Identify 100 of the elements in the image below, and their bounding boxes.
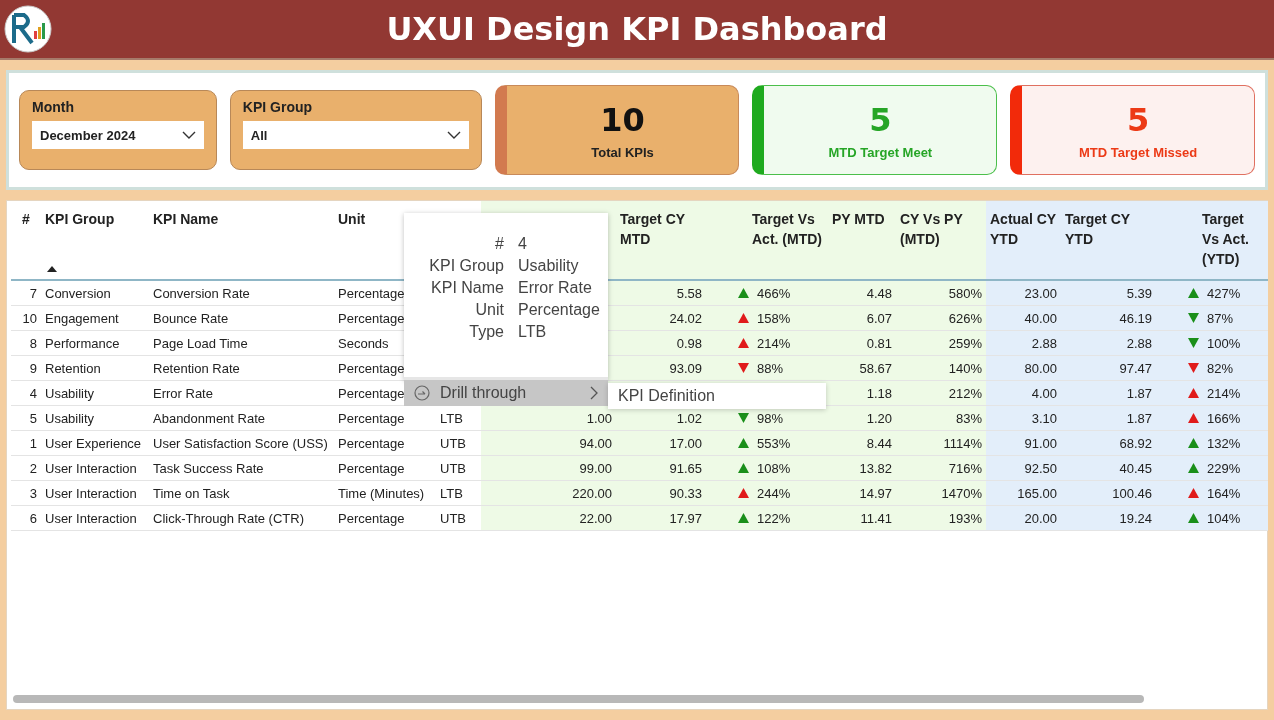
table-cell: 580% [948,285,982,301]
table-cell: Usability [45,385,95,401]
table-cell: 122% [757,510,791,526]
table-cell: 99.00 [579,460,612,476]
table-cell: 4.48 [866,285,892,301]
table-cell: User Experience [45,435,142,451]
table-cell: 1.87 [1126,410,1152,426]
table-cell: 82% [1207,360,1234,376]
tooltip-value: LTB [518,323,548,341]
table-cell: 11.41 [860,510,892,526]
tooltip-value: 4 [518,235,528,253]
table-cell: User Satisfaction Score (USS) [153,435,328,451]
menu-item[interactable]: KPI Definition [608,387,725,405]
table-cell: 212% [948,385,982,401]
table-cell: 1.87 [1126,385,1152,401]
table-cell: 5.39 [1126,285,1152,301]
table-cell: Retention [45,360,101,376]
table-cell: 4 [29,385,37,401]
table-cell: 8 [29,335,37,351]
table-cell: 20.00 [1024,510,1057,526]
kpi-value: 5 [869,100,892,139]
table-cell: 83% [955,410,982,426]
table-cell: 1.18 [866,385,892,401]
table-cell: 1470% [941,485,982,501]
menu-item[interactable]: Drill through [404,380,608,406]
table-cell: Conversion [45,285,111,301]
table-cell: Percentage [338,435,405,451]
table-cell: 0.98 [676,335,702,351]
table-cell: 4.00 [1031,385,1057,401]
dashboard-title: UXUI Design KPI Dashboard [385,10,889,48]
kpi-value: 5 [1126,100,1150,139]
column-header[interactable]: KPI Name [153,209,219,229]
table-cell: 2 [29,460,37,476]
table-cell: Percentage [338,310,405,326]
column-header[interactable]: PY MTD [832,209,885,229]
table-cell: 6 [29,510,37,526]
scrollbar[interactable] [13,695,1144,703]
table-cell: 1.02 [676,410,702,426]
table-cell: 108% [757,460,791,476]
tooltip-label: KPI Group [428,257,504,275]
table-cell: 166% [1207,410,1241,426]
table-cell: 244% [757,485,791,501]
logo-icon [4,5,52,53]
table-cell: 164% [1207,485,1241,501]
table-cell: Click-Through Rate (CTR) [153,510,304,526]
table-cell: 8.44 [866,435,892,451]
table-cell: 1114% [943,435,982,451]
table-cell: 104% [1207,510,1241,526]
table-cell: 140% [948,360,982,376]
table-cell: 193% [948,510,982,526]
table-cell: 229% [1207,460,1241,476]
column-header[interactable]: Unit [338,209,366,229]
table-cell: LTB [440,485,463,501]
dropdown-field[interactable]: December 2024 [32,121,204,149]
table-cell: LTB [440,410,463,426]
table-cell: 87% [1207,310,1234,326]
table-cell: 22.00 [579,510,612,526]
column-header[interactable]: KPI Group [45,209,115,229]
table-cell: 97.47 [1119,360,1152,376]
tooltip-value: Error Rate [518,279,593,297]
table-cell: 100.46 [1112,485,1152,501]
table-cell: 92.50 [1024,460,1057,476]
chevron-right-icon [590,386,598,400]
table-cell: Percentage [338,360,405,376]
table-cell: 23.00 [1024,285,1057,301]
table-cell: 3.10 [1031,410,1057,426]
tooltip-value: Percentage [518,301,600,319]
table-cell: Performance [45,335,120,351]
table-cell: 91.00 [1024,435,1057,451]
table-cell: 100% [1207,335,1241,351]
table-cell: Time on Task [153,485,230,501]
dropdown-field[interactable]: All [242,121,469,149]
table-cell: Task Success Rate [153,460,264,476]
table-cell: 88% [757,360,784,376]
table-cell: 93.09 [669,360,702,376]
table-cell: 165.00 [1017,485,1057,501]
table-cell: 13.82 [859,460,892,476]
table-cell: 1.00 [586,410,612,426]
table-cell: 158% [757,310,791,326]
kpi-label: MTD Target Meet [828,144,933,160]
table-cell: 220.00 [572,485,612,501]
table-cell: 6.07 [866,310,892,326]
table-cell: 132% [1207,435,1241,451]
table-cell: 259% [948,335,982,351]
table-cell: Percentage [338,510,405,526]
table-cell: 5.58 [676,285,702,301]
table-cell: 3 [29,485,37,501]
table-cell: 9 [29,360,37,376]
table-cell: UTB [440,460,466,476]
table-cell: Page Load Time [153,335,248,351]
column-header[interactable]: # [22,209,30,229]
table-cell: 58.67 [859,360,892,376]
table-cell: 214% [1207,385,1241,401]
table-cell: 2.88 [1031,335,1057,351]
table-cell: Abandonment Rate [153,410,266,426]
table-cell: Engagement [45,310,119,326]
table-cell: Percentage [338,460,405,476]
chevron-down-icon [446,131,461,139]
tooltip-label: # [494,235,504,253]
slicer-label: Month [32,99,75,115]
